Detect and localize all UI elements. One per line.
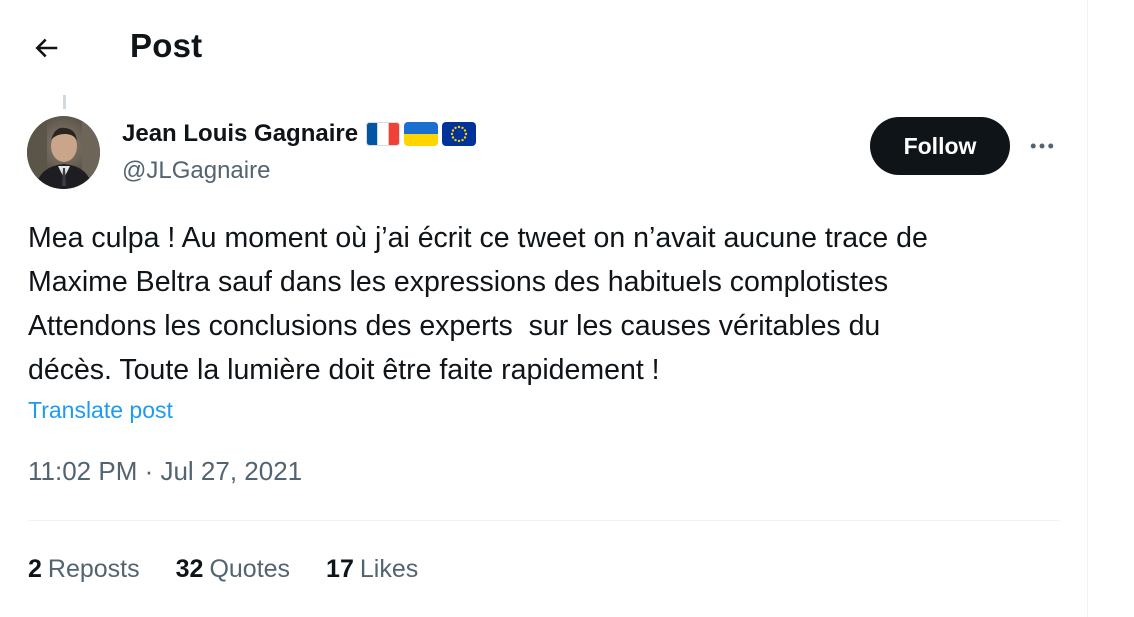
more-horizontal-icon: [1030, 143, 1054, 149]
reposts-label: Reposts: [47, 555, 140, 583]
reposts-count: 2: [28, 555, 42, 583]
post-date[interactable]: Jul 27, 2021: [160, 456, 302, 487]
quotes-count: 32: [175, 555, 204, 583]
column-divider: [1087, 0, 1088, 617]
avatar-image: [27, 116, 100, 189]
more-button[interactable]: [1024, 130, 1060, 162]
page-header: Post: [0, 0, 1087, 96]
quotes-label: Quotes: [209, 555, 291, 583]
post-timestamp: 11:02 PM · Jul 27, 2021: [28, 456, 302, 487]
flag-eu-icon: [442, 122, 477, 146]
avatar[interactable]: [27, 116, 100, 189]
timestamp-separator: ·: [137, 456, 161, 486]
divider: [28, 520, 1060, 521]
post-time[interactable]: 11:02 PM: [28, 456, 137, 487]
author-name-row[interactable]: Jean Louis Gagnaire: [122, 120, 477, 148]
flag-ukraine-icon: [404, 122, 439, 146]
thread-connector: [63, 95, 66, 109]
back-button[interactable]: [28, 30, 64, 66]
reposts-stat[interactable]: 2 Reposts: [28, 555, 140, 584]
author-name: Jean Louis Gagnaire: [122, 120, 359, 147]
arrow-left-icon: [35, 38, 58, 58]
likes-stat[interactable]: 17 Likes: [326, 555, 418, 584]
author-flags: [366, 122, 477, 146]
page-title: Post: [130, 27, 203, 64]
likes-count: 17: [326, 555, 354, 583]
quotes-stat[interactable]: 32 Quotes: [176, 555, 290, 584]
post-stats: 2 Reposts 32 Quotes 17 Likes: [28, 555, 418, 584]
translate-post-link[interactable]: Translate post: [28, 397, 173, 424]
flag-france-icon: [366, 122, 401, 146]
follow-button[interactable]: Follow: [870, 117, 1010, 175]
author-handle[interactable]: @JLGagnaire: [122, 157, 270, 185]
post-page: Post Jean Louis Gagnaire @JLGagnaire Fol…: [0, 0, 1134, 617]
post-text: Mea culpa ! Au moment où j’ai écrit ce t…: [28, 222, 928, 386]
likes-label: Likes: [359, 555, 419, 583]
